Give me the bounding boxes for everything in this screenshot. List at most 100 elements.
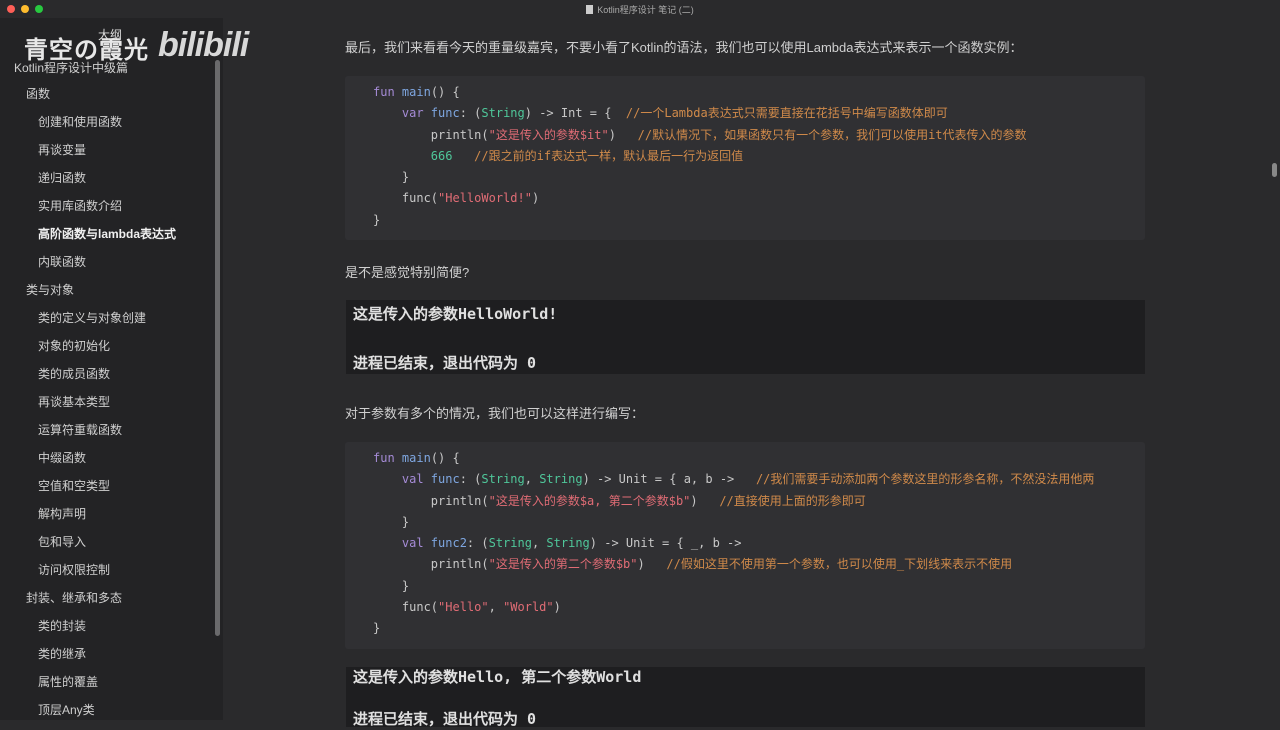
code-token: , [488,600,504,615]
code-token: } [373,578,410,593]
output-block: 这是传入的参数HelloWorld! 进程已结束，退出代码为 0 [346,300,1145,374]
code-token: func( [373,191,439,206]
outline-item[interactable]: 解构声明 [0,500,215,528]
outline-item[interactable]: 函数 [0,80,215,108]
code-token: String [546,536,590,551]
minimize-button[interactable] [21,5,29,13]
code-token: "Hello" [438,600,489,615]
code-token: ) [553,600,561,615]
outline-item[interactable]: 对象的初始化 [0,332,215,360]
code-token: ) [531,191,540,206]
outline-item[interactable]: 高阶函数与lambda表达式 [0,220,215,248]
outline-item[interactable]: 类的定义与对象创建 [0,304,215,332]
code-token: String [481,472,525,487]
window-title: Kotlin程序设计 笔记 (二) [597,4,694,15]
document-icon [586,4,594,14]
code-line: println("这是传入的参数$it") //默认情况下，如果函数只有一个参数… [373,125,1145,146]
code-token: String [481,106,525,121]
code-token: ) -> Unit = { _, b -> [589,536,742,551]
outline-item[interactable]: 类的继承 [0,640,215,668]
code-token: ) [608,127,638,142]
code-token: func [430,472,460,487]
window-controls [7,5,43,13]
outline-sidebar: 青空の霞光 大纲 bilibili Kotlin程序设计中级篇 函数 创建和使用函… [0,0,249,720]
code-token: println( [373,557,489,572]
code-line: 666 //跟之前的if表达式一样，默认最后一行为返回值 [373,146,1145,167]
outline-item[interactable]: 类的成员函数 [0,360,215,388]
outline-item[interactable]: 空值和空类型 [0,472,215,500]
code-token: //跟之前的if表达式一样，默认最后一行为返回值 [474,148,744,163]
outline-item[interactable]: 中缀函数 [0,444,215,472]
outline-item[interactable]: 包和导入 [0,528,215,556]
output-line: 这是传入的参数HelloWorld! [353,305,558,323]
outline-item[interactable]: 再谈基本类型 [0,388,215,416]
outline-item[interactable]: 运算符重载函数 [0,416,215,444]
title-bar: Kotlin程序设计 笔记 (二) [0,0,1280,18]
code-token: val [373,472,431,487]
code-token: } [373,621,381,636]
code-line: } [373,210,1145,231]
outline-item[interactable]: 封装、继承和多态 [0,584,215,612]
code-token: ) -> Int = { [524,106,626,121]
close-button[interactable] [7,5,15,13]
outline-item[interactable]: 类的封装 [0,612,215,640]
code-token: //默认情况下，如果函数只有一个参数，我们可以使用it代表传入的参数 [637,127,1027,142]
code-token: "World" [503,600,554,615]
code-token: ) [690,493,720,508]
code-line: } [373,167,1145,188]
code-token: , [531,536,547,551]
code-token: : ( [466,536,489,551]
outline-item[interactable]: 访问权限控制 [0,556,215,584]
outline-item[interactable]: 创建和使用函数 [0,108,215,136]
outline-item[interactable]: 类与对象 [0,276,215,304]
code-token: var [373,106,431,121]
outline-item[interactable]: 递归函数 [0,164,215,192]
code-line: println("这是传入的第二个参数$b") //假如这里不使用第一个参数，也… [373,554,1145,575]
code-block: fun main() { val func: (String, String) … [345,442,1145,649]
maximize-button[interactable] [35,5,43,13]
code-token: main [401,451,431,465]
code-line: println("这是传入的参数$a, 第二个参数$b") //直接使用上面的形… [373,491,1145,512]
code-line: val func: (String, String) -> Unit = { a… [373,469,1145,490]
paragraph: 最后，我们来看看今天的重量级嘉宾，不要小看了Kotlin的语法，我们也可以使用L… [345,40,1023,55]
code-token: val [373,536,431,551]
code-token: println( [373,127,489,142]
outline-item[interactable]: 属性的覆盖 [0,668,215,696]
code-token: () { [430,451,460,465]
paragraph: 是不是感觉特别简便? [345,265,470,280]
outline-item[interactable]: 再谈变量 [0,136,215,164]
code-token: func( [373,600,439,615]
code-token: "这是传入的参数$it" [488,127,609,142]
code-token: fun [373,451,402,465]
code-token: //假如这里不使用第一个参数，也可以使用_下划线来表示不使用 [666,557,1013,572]
code-token: "这是传入的参数$a, 第二个参数$b" [488,493,691,508]
code-block: fun main() { var func: (String) -> Int =… [345,76,1145,240]
outline-label: 大纲 [98,28,123,42]
code-token: func2 [430,536,467,551]
code-line: } [373,512,1145,533]
code-token: //直接使用上面的形参即可 [719,493,866,508]
output-line: 这是传入的参数Hello, 第二个参数World [353,668,642,686]
outline-item[interactable]: 内联函数 [0,248,215,276]
code-token: String [539,472,583,487]
bilibili-watermark: bilibili [158,26,249,64]
code-token: //一个Lambda表达式只需要直接在花括号中编写函数体即可 [625,106,948,121]
outline-title[interactable]: Kotlin程序设计中级篇 [14,59,128,76]
code-token: , [524,472,540,487]
code-token: "这是传入的第二个参数$b" [488,557,638,572]
code-token: } [373,514,410,529]
code-token: String [488,536,532,551]
code-line: fun main() { [373,448,1145,469]
main-scrollbar[interactable] [1272,163,1277,177]
outline-list: 函数 创建和使用函数 再谈变量 递归函数 实用库函数介绍 高阶函数与lambda表达式 内联… [0,80,215,724]
code-line: } [373,576,1145,597]
sidebar-scrollbar[interactable] [215,60,220,636]
paragraph: 对于参数有多个的情况，我们也可以这样进行编写： [345,406,645,421]
outline-item[interactable]: 实用库函数介绍 [0,192,215,220]
code-token: 666 [430,148,453,163]
code-token: } [373,170,410,185]
code-token: : ( [459,472,482,487]
